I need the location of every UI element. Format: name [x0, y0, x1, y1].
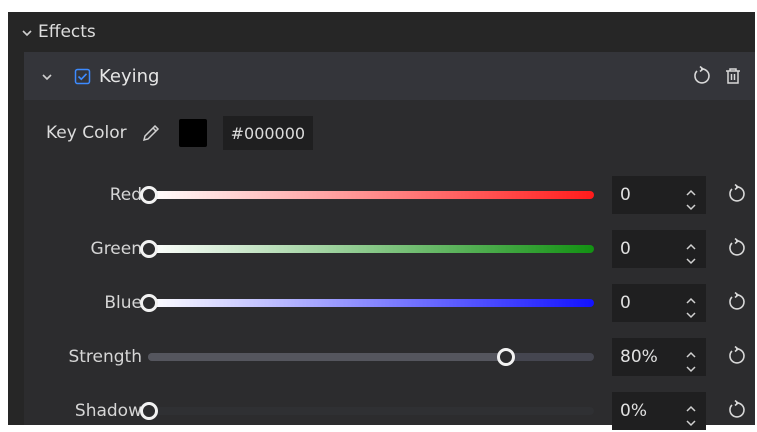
slider-thumb[interactable]: [140, 240, 158, 258]
slider-thumb[interactable]: [140, 186, 158, 204]
reset-icon[interactable]: [726, 237, 746, 258]
slider-thumb[interactable]: [140, 402, 158, 420]
trash-icon[interactable]: [723, 66, 743, 86]
slider-thumb[interactable]: [496, 348, 515, 366]
chevron-up-icon[interactable]: [684, 237, 698, 250]
param-label: Shadow: [74, 401, 142, 421]
effect-enabled-checkbox[interactable]: [74, 68, 91, 85]
shadow-slider-track[interactable]: [140, 402, 594, 420]
eyedropper-icon[interactable]: [141, 123, 161, 143]
chevron-down-icon[interactable]: [40, 69, 54, 83]
param-value: 0: [620, 293, 631, 313]
chevron-down-icon[interactable]: [20, 25, 34, 39]
effects-panel: Effects Keying Key Color #000000 Red 0 G…: [8, 12, 755, 430]
reset-icon[interactable]: [691, 65, 711, 86]
param-value: 0%: [620, 401, 647, 421]
reset-icon[interactable]: [726, 399, 746, 420]
param-row-shadow: Shadow 0%: [24, 392, 755, 430]
slider-thumb[interactable]: [140, 294, 158, 312]
blue-value-input[interactable]: 0: [612, 284, 706, 322]
key-color-hex-input[interactable]: #000000: [222, 116, 314, 150]
keying-effect-body: Key Color #000000 Red 0 Green 0 Blue 0 S…: [24, 100, 755, 430]
key-color-hex-value: #000000: [230, 123, 306, 143]
green-slider-track[interactable]: [140, 240, 594, 258]
chevron-down-icon[interactable]: [684, 197, 698, 211]
shadow-value-input[interactable]: 0%: [612, 392, 706, 430]
chevron-up-icon[interactable]: [684, 291, 698, 304]
param-value: 0: [620, 185, 631, 205]
chevron-down-icon[interactable]: [684, 359, 698, 373]
key-color-swatch[interactable]: [178, 119, 207, 147]
value-stepper[interactable]: [684, 176, 698, 214]
key-color-row: Key Color #000000: [24, 116, 314, 150]
param-row-strength: Strength 80%: [24, 338, 755, 376]
blue-slider-track[interactable]: [140, 294, 594, 312]
param-label: Red: [109, 185, 142, 205]
param-row-blue: Blue 0: [24, 284, 755, 322]
param-value: 80%: [620, 347, 658, 367]
reset-icon[interactable]: [726, 345, 746, 366]
chevron-up-icon[interactable]: [684, 399, 698, 412]
strength-slider-track[interactable]: [148, 348, 594, 366]
param-value: 0: [620, 239, 631, 259]
value-stepper[interactable]: [684, 284, 698, 322]
green-value-input[interactable]: 0: [612, 230, 706, 268]
keying-effect-header[interactable]: Keying: [24, 52, 755, 100]
effects-section-header[interactable]: Effects: [8, 12, 755, 52]
red-value-input[interactable]: 0: [612, 176, 706, 214]
value-stepper[interactable]: [684, 392, 698, 430]
value-stepper[interactable]: [684, 230, 698, 268]
slider-fill: [148, 353, 505, 361]
section-title: Effects: [38, 22, 96, 42]
reset-icon[interactable]: [726, 291, 746, 312]
reset-icon[interactable]: [726, 183, 746, 204]
chevron-down-icon[interactable]: [684, 305, 698, 319]
chevron-down-icon[interactable]: [684, 251, 698, 265]
param-label: Blue: [104, 293, 142, 313]
key-color-label: Key Color: [46, 123, 127, 143]
param-label: Green: [90, 239, 142, 259]
param-row-red: Red 0: [24, 176, 755, 214]
effect-title: Keying: [99, 65, 160, 87]
chevron-up-icon[interactable]: [684, 183, 698, 196]
param-label: Strength: [68, 347, 142, 367]
chevron-down-icon[interactable]: [684, 413, 698, 427]
param-row-green: Green 0: [24, 230, 755, 268]
red-slider-track[interactable]: [140, 186, 594, 204]
strength-value-input[interactable]: 80%: [612, 338, 706, 376]
value-stepper[interactable]: [684, 338, 698, 376]
chevron-up-icon[interactable]: [684, 345, 698, 358]
